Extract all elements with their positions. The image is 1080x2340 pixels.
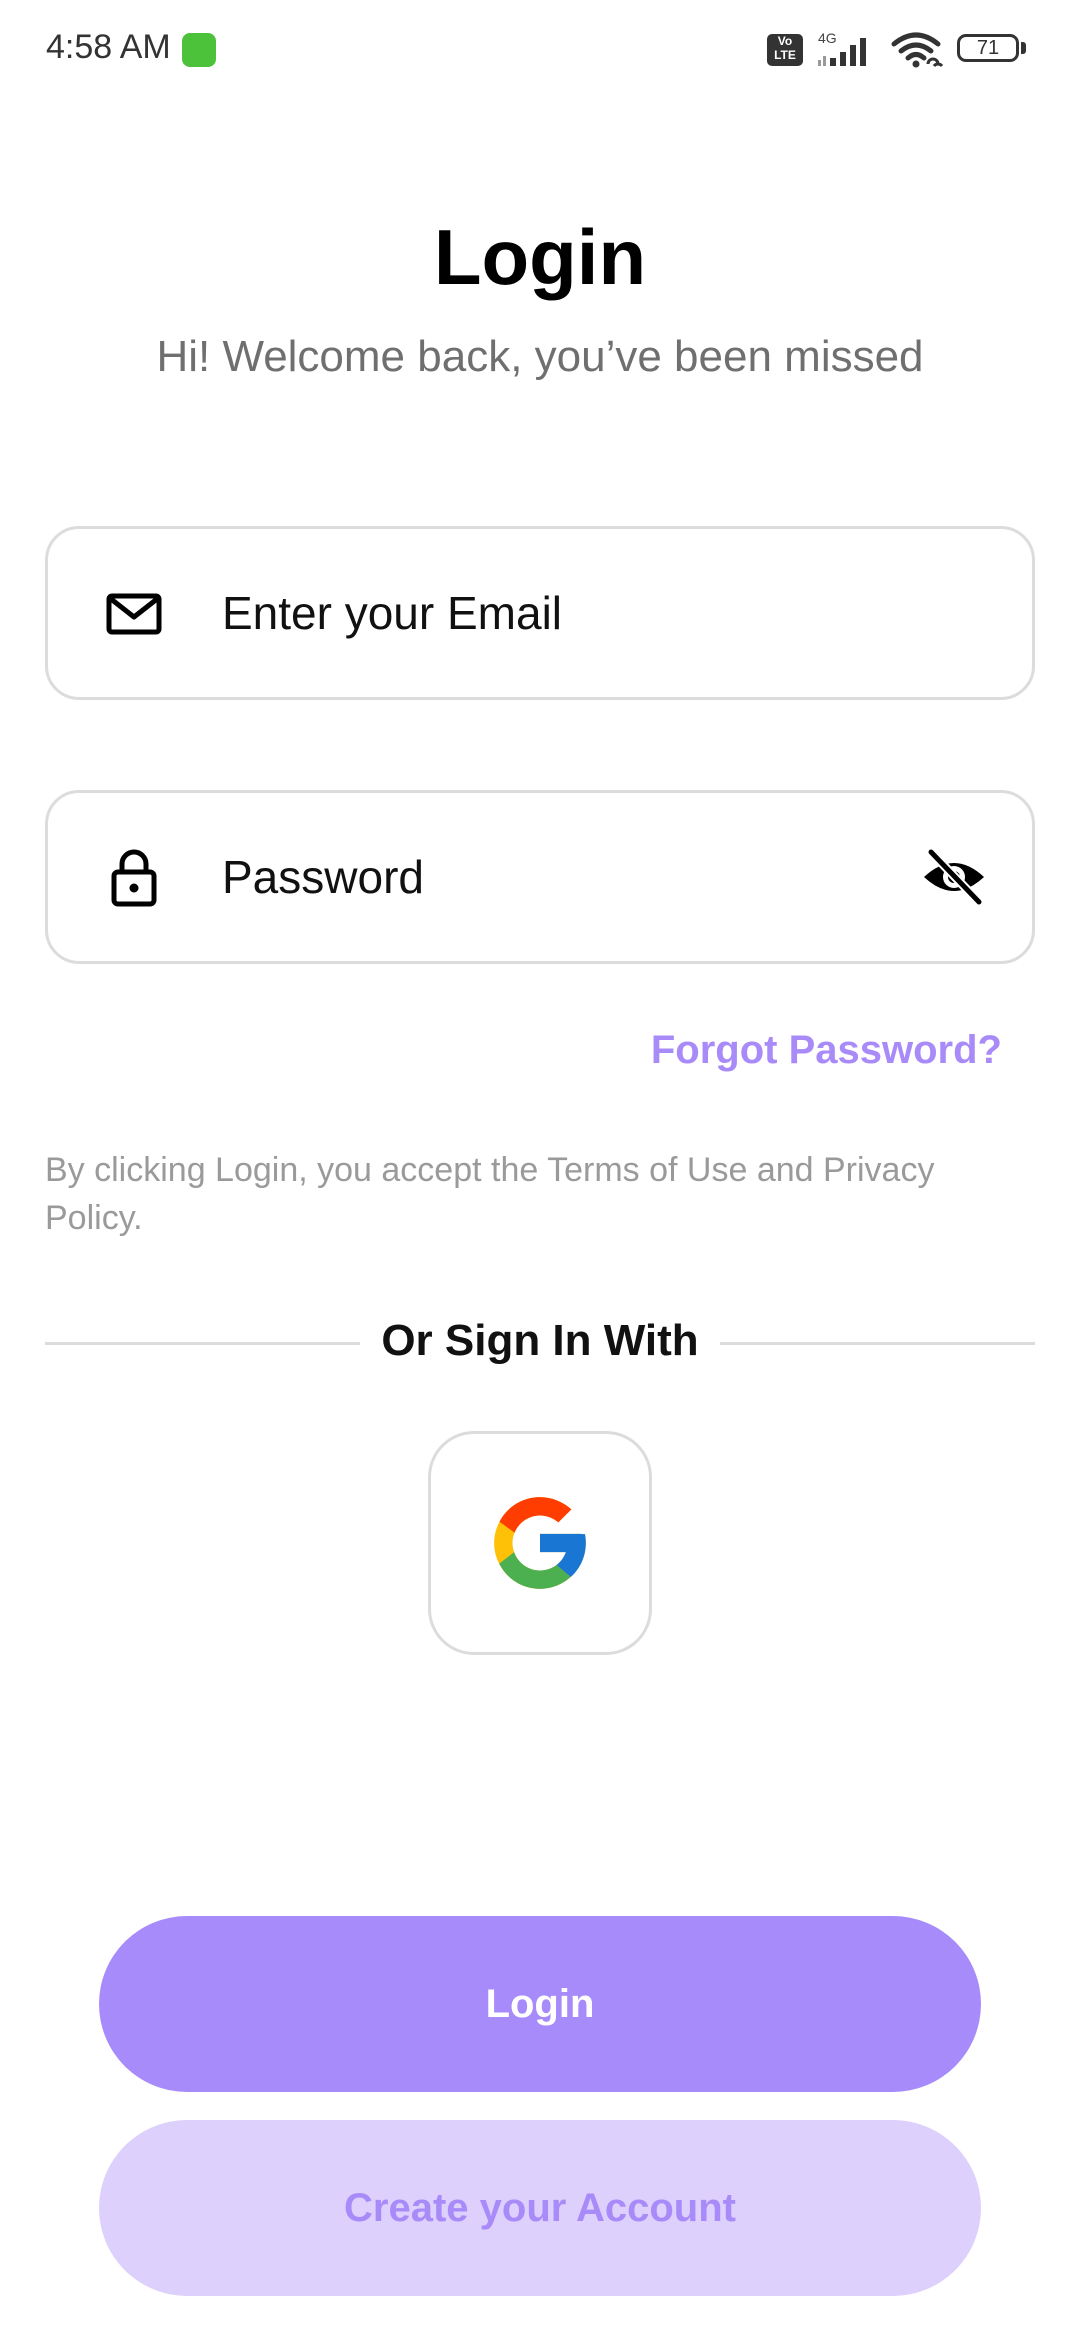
- mail-icon: [106, 593, 162, 635]
- app-notification-icon: [182, 33, 216, 67]
- page-title: Login: [433, 213, 647, 301]
- login-button[interactable]: Login: [99, 1916, 981, 2092]
- battery-tip: [1021, 42, 1026, 54]
- email-field[interactable]: [45, 526, 1035, 700]
- create-account-button[interactable]: Create your Account: [99, 2120, 981, 2296]
- volte-icon: Vo LTE: [767, 34, 803, 66]
- signal-icon: [818, 38, 866, 66]
- eye-off-icon[interactable]: [921, 844, 987, 910]
- wifi-icon: [891, 32, 944, 68]
- google-icon: [494, 1497, 586, 1589]
- divider-line-left: [45, 1342, 360, 1345]
- battery-indicator: 71: [957, 34, 1019, 62]
- password-input[interactable]: [222, 793, 922, 961]
- page-subtitle: Hi! Welcome back, you’ve been missed: [156, 332, 924, 381]
- password-field[interactable]: [45, 790, 1035, 964]
- google-sign-in-button[interactable]: [428, 1431, 652, 1655]
- terms-text: By clicking Login, you accept the Terms …: [45, 1151, 935, 1237]
- divider-line-right: [720, 1342, 1035, 1345]
- social-divider-label: Or Sign In With: [381, 1316, 699, 1365]
- lock-icon: [111, 849, 157, 907]
- status-bar: 4:58 AM Vo LTE 4G 71: [0, 0, 1080, 100]
- forgot-password-link[interactable]: Forgot Password?: [651, 1028, 1002, 1073]
- status-time: 4:58 AM: [46, 28, 171, 66]
- email-input[interactable]: [222, 529, 922, 697]
